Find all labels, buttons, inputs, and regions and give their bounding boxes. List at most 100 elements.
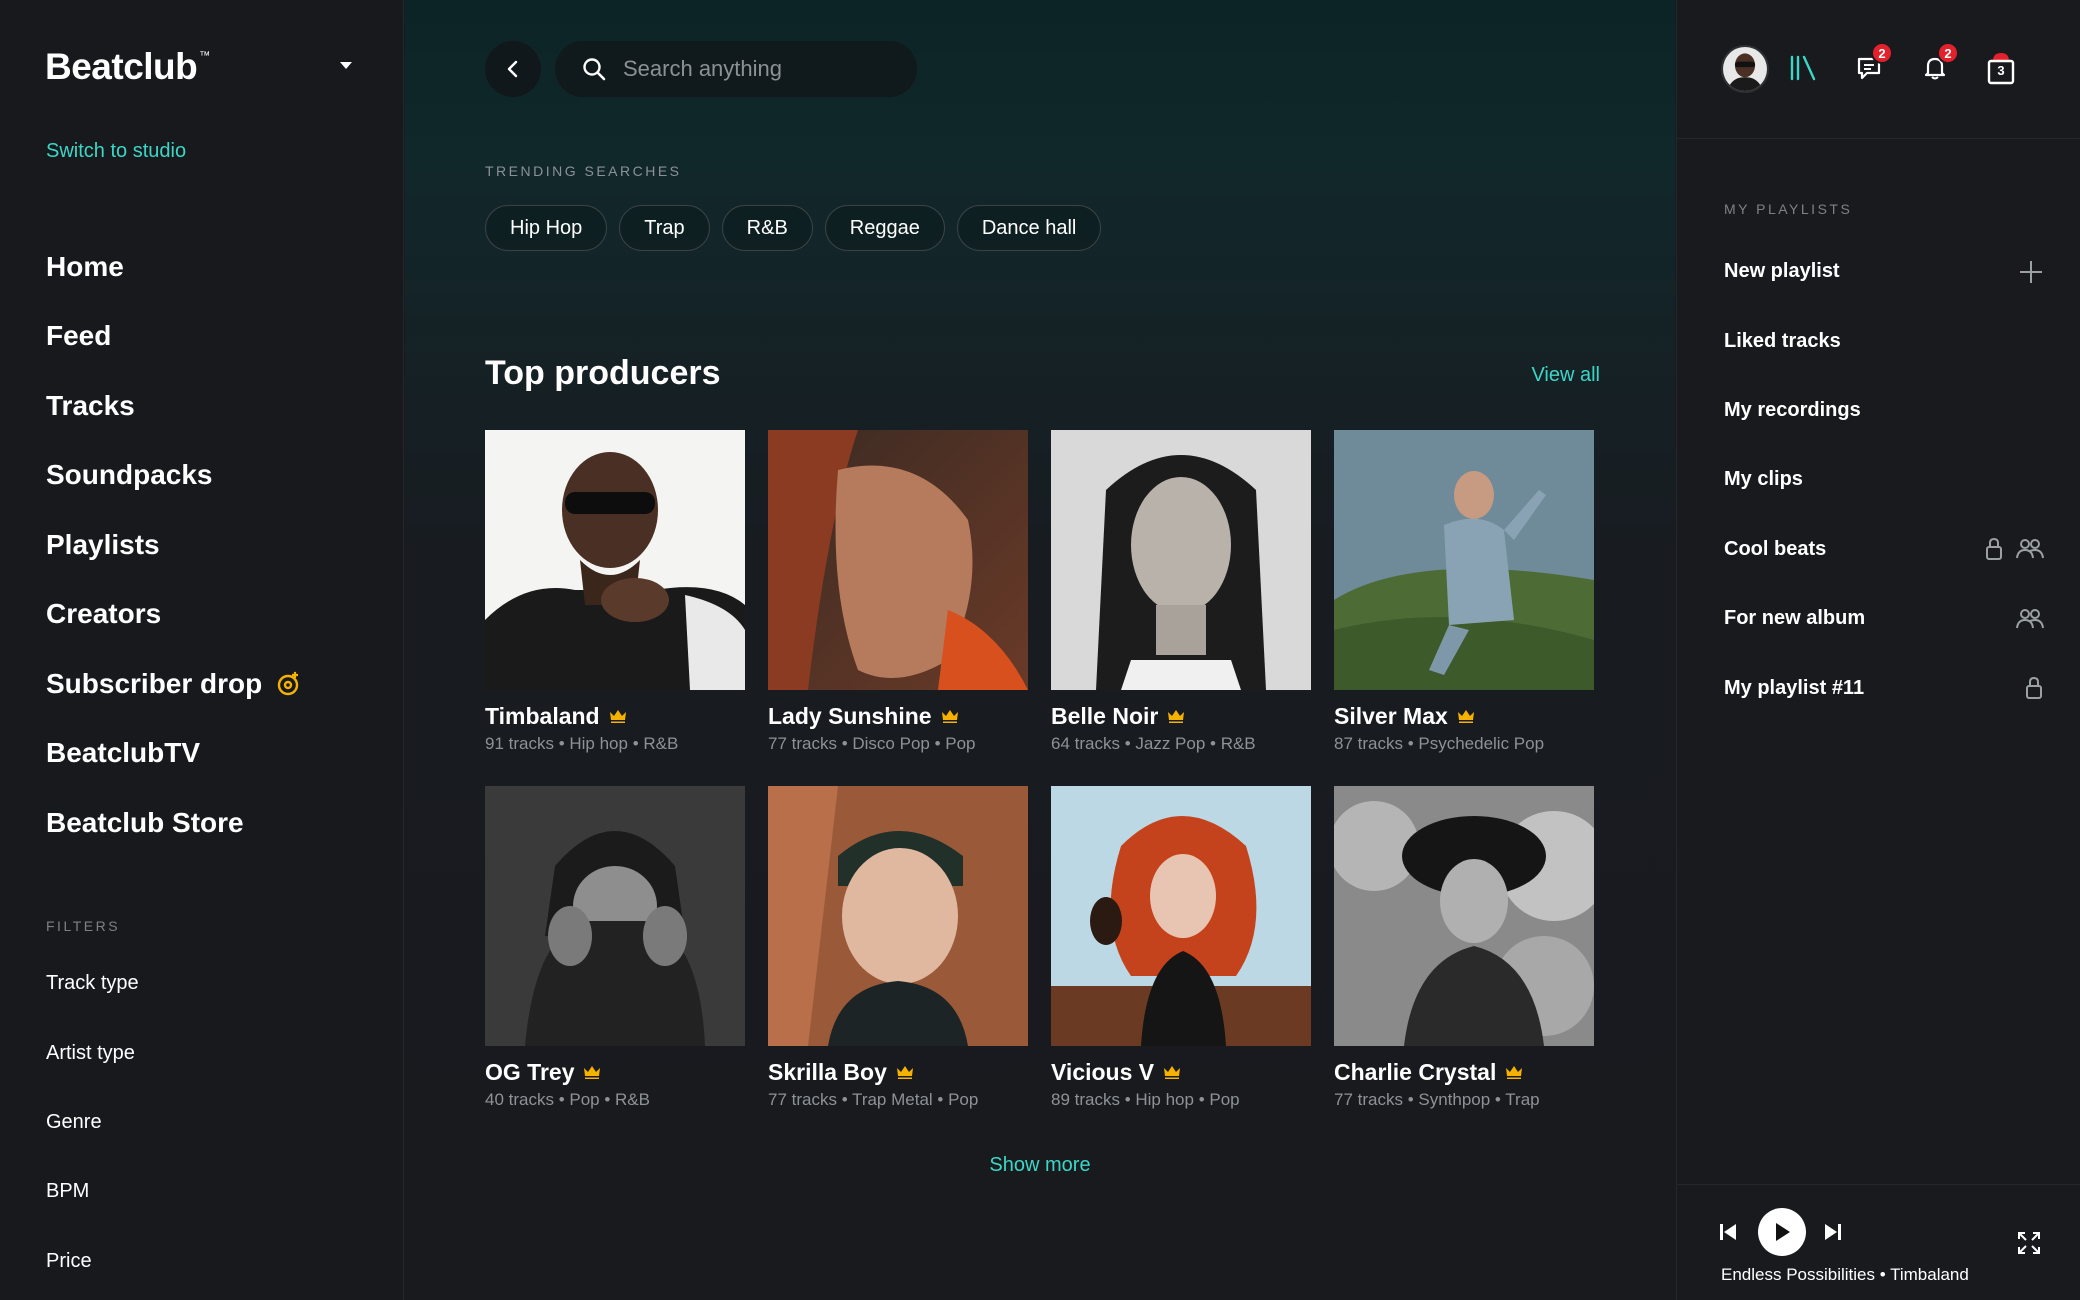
- nav-item-beatclubtv[interactable]: BeatclubTV: [46, 719, 302, 789]
- library-icon[interactable]: [1785, 50, 1821, 86]
- nav-item-subscriber-drop[interactable]: Subscriber drop: [46, 649, 302, 719]
- playlist-label: Cool beats: [1724, 537, 1827, 560]
- nav-item-label: Home: [46, 250, 124, 282]
- nav-item-label: Playlists: [46, 528, 160, 560]
- playlist-label: Liked tracks: [1724, 329, 1841, 352]
- producer-name: Skrilla Boy: [768, 1058, 887, 1085]
- expand-icon[interactable]: [2017, 1231, 2041, 1255]
- producer-meta: 91 tracks • Hip hop • R&B: [485, 734, 679, 753]
- chevron-left-icon: [507, 60, 518, 78]
- chip-hip-hop[interactable]: Hip Hop: [485, 205, 608, 251]
- nav-item-playlists[interactable]: Playlists: [46, 510, 302, 580]
- view-all-link[interactable]: View all: [1531, 364, 1600, 387]
- right-panel: 2 2 3 MY PLAYLISTS New playlist Liked tr…: [1676, 0, 2080, 1300]
- back-button[interactable]: [485, 41, 541, 97]
- crown-icon: [1457, 710, 1474, 723]
- producer-meta: 87 tracks • Psychedelic Pop: [1334, 734, 1545, 753]
- producer-card[interactable]: Vicious V 89 tracks • Hip hop • Pop: [1051, 786, 1311, 1110]
- playlist-label: New playlist: [1724, 260, 1840, 283]
- producer-meta: 77 tracks • Trap Metal • Pop: [768, 1090, 979, 1109]
- producer-card[interactable]: Lady Sunshine 77 tracks • Disco Pop • Po…: [768, 430, 1028, 754]
- brand-name: Beatclub: [45, 46, 198, 87]
- nav-item-home[interactable]: Home: [46, 232, 302, 302]
- play-button[interactable]: [1758, 1208, 1806, 1256]
- skip-previous-icon[interactable]: [1719, 1223, 1737, 1241]
- main-content: TRENDING SEARCHES Hip Hop Trap R&B Regga…: [405, 0, 1675, 1300]
- playlist-cool-beats[interactable]: Cool beats: [1724, 515, 2044, 584]
- producer-photo: [1051, 430, 1311, 690]
- chip-trap[interactable]: Trap: [619, 205, 710, 251]
- producer-photo: [485, 786, 745, 1046]
- notifications-button[interactable]: 2: [1917, 42, 1959, 86]
- crown-icon: [584, 1066, 601, 1079]
- skip-next-icon[interactable]: [1824, 1223, 1842, 1241]
- producer-card[interactable]: Skrilla Boy 77 tracks • Trap Metal • Pop: [768, 786, 1028, 1110]
- nav-item-label: Tracks: [46, 389, 135, 421]
- producer-photo: [768, 786, 1028, 1046]
- nav-item-label: Beatclub Store: [46, 806, 244, 838]
- playlist-my-recordings[interactable]: My recordings: [1724, 376, 2044, 445]
- producer-meta: 77 tracks • Disco Pop • Pop: [768, 734, 976, 753]
- playlist-label: My playlist #11: [1724, 676, 1865, 699]
- producer-name: Timbaland: [485, 702, 600, 729]
- producer-card[interactable]: Belle Noir 64 tracks • Jazz Pop • R&B: [1051, 430, 1311, 754]
- chip-dance-hall[interactable]: Dance hall: [956, 205, 1102, 251]
- trending-chips: Hip Hop Trap R&B Reggae Dance hall: [485, 205, 1113, 251]
- producer-name: Charlie Crystal: [1334, 1058, 1497, 1085]
- playlist-for-new-album[interactable]: For new album: [1724, 584, 2044, 653]
- search-bar[interactable]: [555, 41, 917, 97]
- now-playing-text: Endless Possibilities • Timbaland: [1721, 1265, 1969, 1284]
- brand-trademark: ™: [199, 50, 211, 62]
- playlist-my-clips[interactable]: My clips: [1724, 445, 2044, 514]
- filters-heading: FILTERS: [46, 918, 121, 934]
- producer-card[interactable]: Charlie Crystal 77 tracks • Synthpop • T…: [1334, 786, 1594, 1110]
- section-title: Top producers: [485, 354, 721, 392]
- nav-item-label: Feed: [46, 320, 112, 352]
- nav-item-feed[interactable]: Feed: [46, 302, 302, 372]
- filter-genre[interactable]: Genre: [46, 1088, 139, 1157]
- nav-item-label: Subscriber drop: [46, 667, 263, 699]
- nav-item-beatclub-store[interactable]: Beatclub Store: [46, 788, 302, 858]
- plus-icon[interactable]: [2018, 259, 2044, 285]
- playlists-list: New playlist Liked tracks My recordings …: [1724, 237, 2044, 723]
- producer-name: Vicious V: [1051, 1058, 1155, 1085]
- playlist-my-playlist-11[interactable]: My playlist #11: [1724, 653, 2044, 722]
- switch-to-studio-link[interactable]: Switch to studio: [46, 140, 186, 163]
- playlist-new[interactable]: New playlist: [1724, 237, 2044, 306]
- filter-track-type[interactable]: Track type: [46, 949, 139, 1018]
- producer-card[interactable]: OG Trey 40 tracks • Pop • R&B: [485, 786, 745, 1110]
- chevron-down-icon[interactable]: [340, 62, 352, 69]
- filter-price[interactable]: Price: [46, 1227, 139, 1296]
- producer-card[interactable]: Silver Max 87 tracks • Psychedelic Pop: [1334, 430, 1594, 754]
- mini-player: Endless Possibilities • Timbaland: [1677, 1184, 2080, 1300]
- nav-item-creators[interactable]: Creators: [46, 580, 302, 650]
- filter-bpm[interactable]: BPM: [46, 1157, 139, 1226]
- nav-item-tracks[interactable]: Tracks: [46, 371, 302, 441]
- avatar[interactable]: [1721, 45, 1769, 93]
- filter-artist-type[interactable]: Artist type: [46, 1018, 139, 1087]
- producer-photo: [485, 430, 745, 690]
- lock-icon: [2026, 677, 2042, 700]
- messages-button[interactable]: 2: [1851, 42, 1893, 86]
- cart-count: 3: [1997, 63, 2005, 78]
- search-input[interactable]: [623, 56, 883, 82]
- playlist-label: My recordings: [1724, 398, 1861, 421]
- producer-photo: [1051, 786, 1311, 1046]
- show-more-link[interactable]: Show more: [405, 1154, 1675, 1177]
- main-nav: Home Feed Tracks Soundpacks Playlists Cr…: [46, 232, 302, 858]
- brand-logo[interactable]: Beatclub ™: [45, 46, 210, 88]
- producer-name: OG Trey: [485, 1058, 575, 1085]
- producer-name: Lady Sunshine: [768, 702, 932, 729]
- producer-photo: [1334, 430, 1594, 690]
- producer-card[interactable]: Timbaland 91 tracks • Hip hop • R&B: [485, 430, 745, 754]
- playlist-label: For new album: [1724, 607, 1866, 630]
- chip-reggae[interactable]: Reggae: [824, 205, 945, 251]
- crown-icon: [609, 710, 626, 723]
- nav-item-soundpacks[interactable]: Soundpacks: [46, 441, 302, 511]
- nav-item-label: Creators: [46, 598, 162, 630]
- nav-item-label: BeatclubTV: [46, 737, 201, 769]
- crown-icon: [1168, 710, 1185, 723]
- cart-button[interactable]: 3: [1983, 50, 2019, 86]
- chip-rnb[interactable]: R&B: [721, 205, 813, 251]
- playlist-liked-tracks[interactable]: Liked tracks: [1724, 306, 2044, 375]
